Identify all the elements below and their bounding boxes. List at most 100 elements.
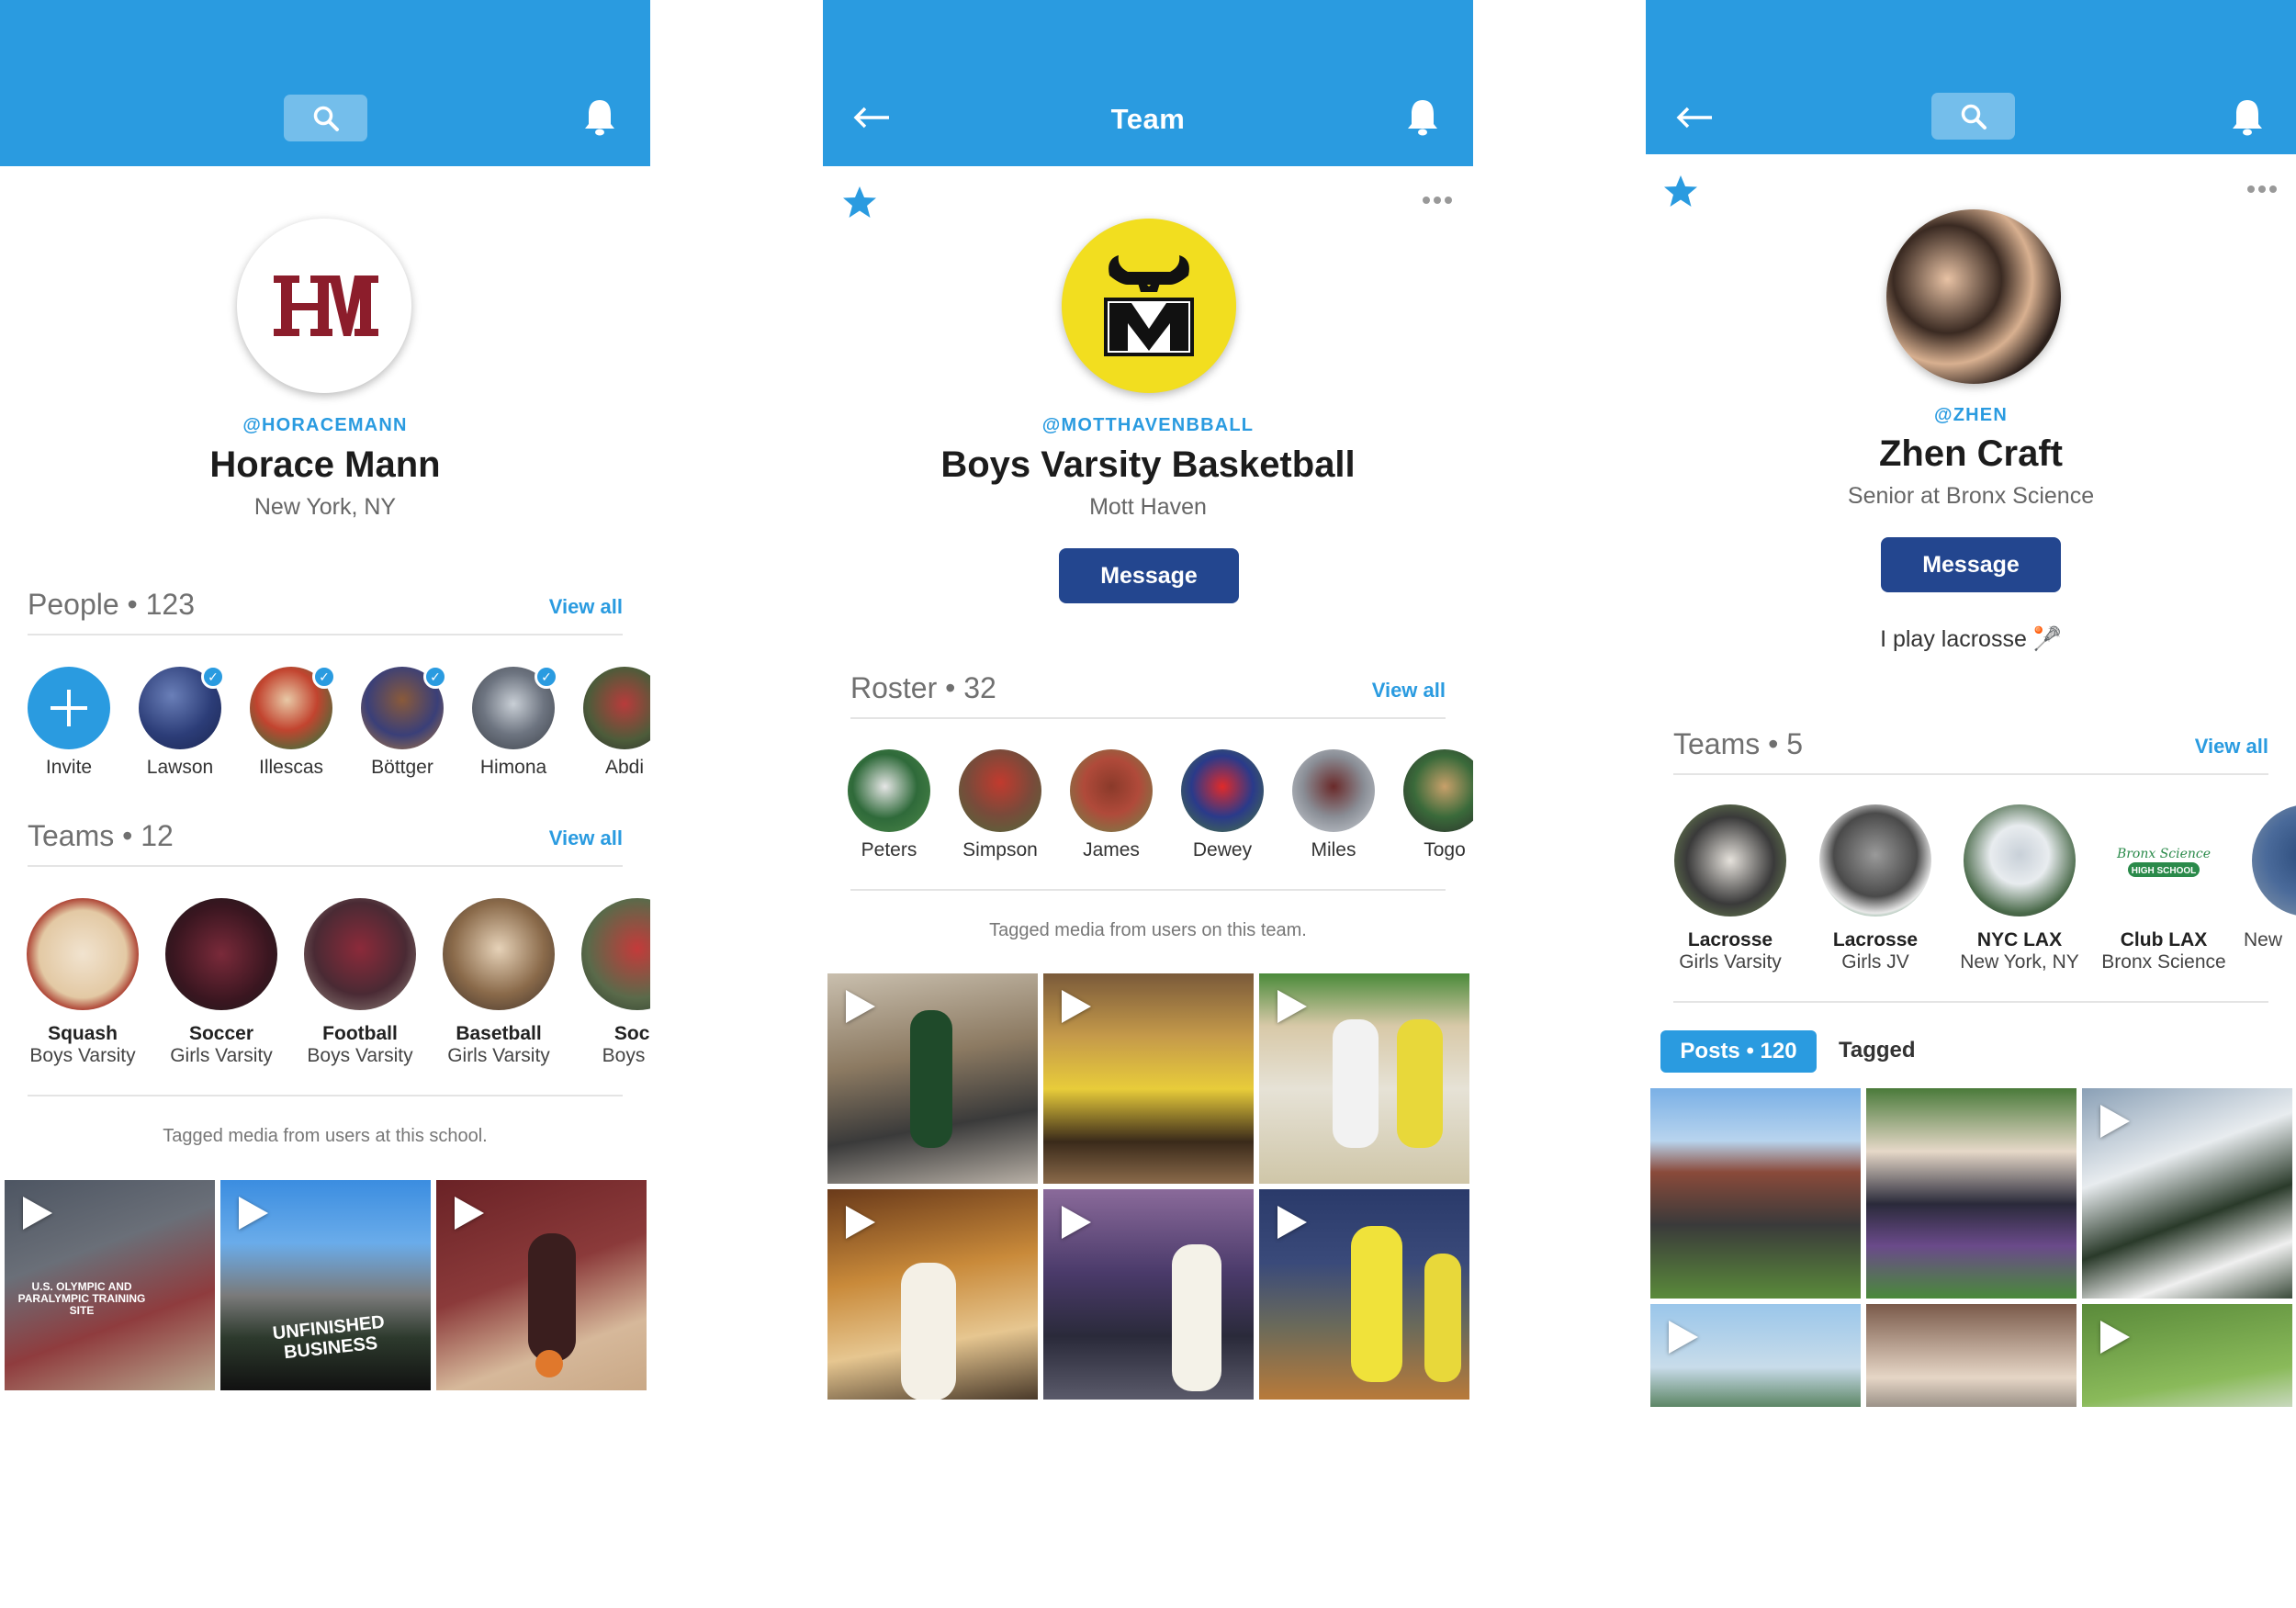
teams-section-title: Teams • 12 — [28, 819, 174, 852]
player-figure — [1397, 1019, 1443, 1148]
message-button[interactable]: Message — [1881, 537, 2061, 592]
roster-label: Togo — [1424, 839, 1466, 860]
team-name: Squash — [48, 1023, 118, 1044]
play-icon — [2100, 1105, 2130, 1138]
avatar — [304, 898, 416, 1010]
profile-name: Boys Varsity Basketball — [940, 444, 1356, 485]
roster-item[interactable]: Dewey — [1163, 749, 1282, 861]
team-name: Soccer — [188, 1023, 254, 1044]
media-tile[interactable] — [2082, 1304, 2292, 1407]
teams-view-all-link[interactable]: View all — [549, 826, 623, 850]
invite-label: Invite — [45, 757, 93, 778]
avatar: ✓ — [361, 665, 447, 749]
media-tile[interactable] — [1043, 1189, 1254, 1400]
person-item[interactable]: ✓ Lawson — [120, 665, 240, 779]
avatar — [1070, 749, 1153, 832]
media-tile[interactable] — [1866, 1088, 2077, 1299]
person-item[interactable]: ✓ Illescas — [231, 665, 351, 779]
teams-view-all-link[interactable]: View all — [2195, 735, 2268, 759]
player-figure — [1351, 1226, 1402, 1382]
profile-handle: @HORACEMANN — [242, 415, 408, 435]
people-view-all-link[interactable]: View all — [549, 595, 623, 619]
tile-overlay-text: UNFINISHED BUSINESS — [271, 1311, 386, 1364]
roster-item[interactable]: Peters — [829, 749, 949, 861]
team-item[interactable]: Socc Boys Va — [578, 898, 650, 1067]
tab-tagged[interactable]: Tagged — [1839, 1038, 1916, 1063]
team-profile-screen: Team @MOTTHAVENBBALL Boys Varsity Basket… — [823, 0, 1473, 1407]
search-button[interactable] — [1931, 93, 2015, 140]
media-tile[interactable] — [827, 973, 1038, 1184]
team-item[interactable]: Bronx Science HIGH SCHOOL Club LAX Bronx… — [2099, 804, 2228, 973]
bell-icon[interactable] — [2232, 98, 2263, 137]
bell-icon[interactable] — [584, 98, 615, 137]
avatar — [848, 749, 930, 832]
invite-button[interactable]: Invite — [9, 667, 129, 779]
media-tile[interactable] — [1866, 1304, 2077, 1407]
bronx-science-logo: Bronx Science HIGH SCHOOL — [2116, 847, 2211, 877]
roster-item[interactable]: Miles — [1274, 749, 1393, 861]
media-tile[interactable]: UNFINISHED BUSINESS — [220, 1180, 431, 1390]
media-tile[interactable] — [1259, 1189, 1469, 1400]
roster-item[interactable]: Togo — [1385, 749, 1473, 861]
person-item[interactable]: ✓ Böttger — [343, 665, 462, 779]
team-item[interactable]: New — [2244, 804, 2296, 951]
profile-name: Zhen Craft — [1879, 433, 2063, 474]
team-name: Club LAX — [2120, 929, 2208, 950]
person-item[interactable]: ✓ Himona — [454, 665, 573, 779]
media-tile[interactable]: U.S. OLYMPIC AND PARALYMPIC TRAINING SIT… — [5, 1180, 215, 1390]
basketball-icon — [535, 1350, 563, 1377]
verified-check-icon: ✓ — [201, 665, 225, 689]
team-item[interactable]: NYC LAX New York, NY — [1955, 804, 2084, 973]
tab-posts[interactable]: Posts • 120 — [1660, 1030, 1817, 1073]
media-tile[interactable] — [1259, 973, 1469, 1184]
media-tile[interactable] — [1043, 973, 1254, 1184]
profile-name: Horace Mann — [209, 444, 441, 485]
person-label: Böttger — [371, 757, 433, 778]
teams-section-title: Teams • 5 — [1673, 727, 1804, 760]
media-tile[interactable] — [827, 1189, 1038, 1400]
roster-label: Simpson — [962, 839, 1038, 860]
top-bar — [1646, 0, 2296, 154]
star-icon[interactable] — [1662, 173, 1699, 209]
media-tile[interactable] — [1650, 1088, 1861, 1299]
player-figure — [1333, 1019, 1379, 1148]
roster-item[interactable]: Simpson — [940, 749, 1060, 861]
team-item[interactable]: Lacrosse Girls Varsity — [1666, 804, 1795, 973]
verified-check-icon: ✓ — [312, 665, 336, 689]
team-name: Socc — [613, 1023, 650, 1044]
team-item[interactable]: Squash Boys Varsity — [23, 898, 142, 1067]
avatar: ✓ — [472, 665, 558, 749]
team-item[interactable]: Basetball Girls Varsity — [439, 898, 558, 1067]
search-button[interactable] — [284, 95, 367, 141]
roster-row: Peters Simpson James Dewey Miles Togo — [823, 749, 1473, 878]
top-bar — [0, 0, 650, 166]
play-icon — [455, 1197, 484, 1230]
person-item[interactable]: Abdi — [565, 667, 650, 779]
bell-icon[interactable] — [1407, 98, 1438, 137]
people-section-header: People • 123 View all — [28, 588, 623, 635]
player-figure — [901, 1263, 956, 1400]
more-options-icon[interactable] — [1422, 189, 1453, 211]
more-options-icon[interactable] — [2246, 178, 2278, 200]
play-icon — [1277, 1206, 1307, 1239]
play-icon — [1062, 1206, 1091, 1239]
media-tile[interactable] — [2082, 1088, 2292, 1299]
star-icon[interactable] — [841, 184, 878, 220]
team-item[interactable]: Football Boys Varsity — [300, 898, 420, 1067]
avatar — [2252, 804, 2296, 916]
media-tile[interactable] — [1650, 1304, 1861, 1407]
team-level: Bronx Science — [2101, 951, 2226, 973]
roster-section-header: Roster • 32 View all — [850, 671, 1446, 719]
roster-item[interactable]: James — [1052, 749, 1171, 861]
player-figure — [1172, 1244, 1221, 1391]
team-level: New — [2244, 929, 2283, 950]
back-arrow-icon[interactable] — [1675, 99, 1716, 136]
team-item[interactable]: Lacrosse Girls JV — [1811, 804, 1940, 973]
avatar: ✓ — [139, 665, 225, 749]
roster-view-all-link[interactable]: View all — [1372, 679, 1446, 703]
team-item[interactable]: Soccer Girls Varsity — [162, 898, 281, 1067]
message-button[interactable]: Message — [1059, 548, 1239, 603]
media-tile[interactable] — [436, 1180, 647, 1390]
profile-location: Mott Haven — [1089, 494, 1207, 520]
player-figure — [1424, 1254, 1461, 1382]
